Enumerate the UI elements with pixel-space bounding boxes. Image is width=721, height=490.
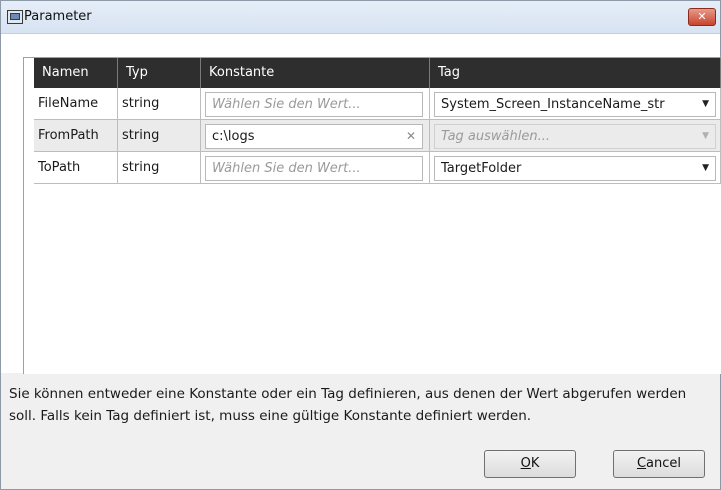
close-button[interactable]: ✕ bbox=[688, 8, 716, 26]
tag-placeholder: Tag auswählen... bbox=[441, 129, 550, 144]
tag-cell: TargetFolder ▼ bbox=[430, 152, 721, 184]
window-icon bbox=[7, 10, 23, 24]
ok-access-key: O bbox=[520, 456, 531, 471]
help-text: Sie können entweder eine Konstante oder … bbox=[9, 386, 687, 424]
tag-value: System_Screen_InstanceName_str bbox=[441, 97, 665, 112]
row-type: string bbox=[118, 120, 201, 152]
parameter-table: Namen Typ Konstante Tag FileName string … bbox=[23, 57, 721, 374]
tag-cell: Tag auswählen... ▼ bbox=[430, 120, 721, 152]
header-typ[interactable]: Typ bbox=[118, 58, 201, 88]
chevron-down-icon: ▼ bbox=[702, 131, 709, 141]
ok-label-rest: K bbox=[530, 456, 540, 471]
tag-dropdown: Tag auswählen... ▼ bbox=[434, 124, 716, 149]
window-title: Parameter bbox=[24, 9, 92, 24]
tag-value: TargetFolder bbox=[441, 161, 522, 176]
row-name: FromPath bbox=[34, 120, 118, 152]
header-namen[interactable]: Namen bbox=[34, 58, 118, 88]
cancel-access-key: C bbox=[636, 456, 647, 471]
table-row[interactable]: FileName string Wählen Sie den Wert... S… bbox=[34, 88, 721, 120]
constant-input[interactable]: Wählen Sie den Wert... bbox=[205, 92, 423, 117]
parameter-dialog: Parameter ✕ Namen Typ Konstante Tag File… bbox=[0, 0, 721, 490]
constant-cell: Wählen Sie den Wert... bbox=[201, 88, 430, 120]
row-name: FileName bbox=[34, 88, 118, 120]
ok-button[interactable]: OK bbox=[484, 450, 576, 478]
constant-cell: c:\logs ✕ bbox=[201, 120, 430, 152]
constant-input[interactable]: Wählen Sie den Wert... bbox=[205, 156, 423, 181]
clear-x-icon[interactable]: ✕ bbox=[406, 125, 416, 148]
header-konstante[interactable]: Konstante bbox=[201, 58, 430, 88]
row-type: string bbox=[118, 152, 201, 184]
row-type: string bbox=[118, 88, 201, 120]
chevron-down-icon[interactable]: ▼ bbox=[702, 93, 709, 116]
table-row[interactable]: FromPath string c:\logs ✕ Tag auswählen.… bbox=[34, 120, 721, 152]
constant-placeholder: Wählen Sie den Wert... bbox=[212, 161, 361, 176]
table-row[interactable]: ToPath string Wählen Sie den Wert... Tar… bbox=[34, 152, 721, 184]
cancel-button[interactable]: Cancel bbox=[613, 450, 705, 478]
cancel-label-rest: ancel bbox=[646, 456, 682, 471]
tag-cell: System_Screen_InstanceName_str ▼ bbox=[430, 88, 721, 120]
chevron-down-icon[interactable]: ▼ bbox=[702, 157, 709, 180]
constant-placeholder: Wählen Sie den Wert... bbox=[212, 97, 361, 112]
tag-dropdown[interactable]: TargetFolder ▼ bbox=[434, 156, 716, 181]
row-name: ToPath bbox=[34, 152, 118, 184]
title-bar: Parameter ✕ bbox=[1, 1, 720, 34]
constant-cell: Wählen Sie den Wert... bbox=[201, 152, 430, 184]
content-panel: Namen Typ Konstante Tag FileName string … bbox=[1, 34, 721, 374]
constant-input[interactable]: c:\logs ✕ bbox=[205, 124, 423, 149]
constant-value: c:\logs bbox=[212, 129, 255, 144]
header-tag[interactable]: Tag bbox=[430, 58, 721, 88]
tag-dropdown[interactable]: System_Screen_InstanceName_str ▼ bbox=[434, 92, 716, 117]
